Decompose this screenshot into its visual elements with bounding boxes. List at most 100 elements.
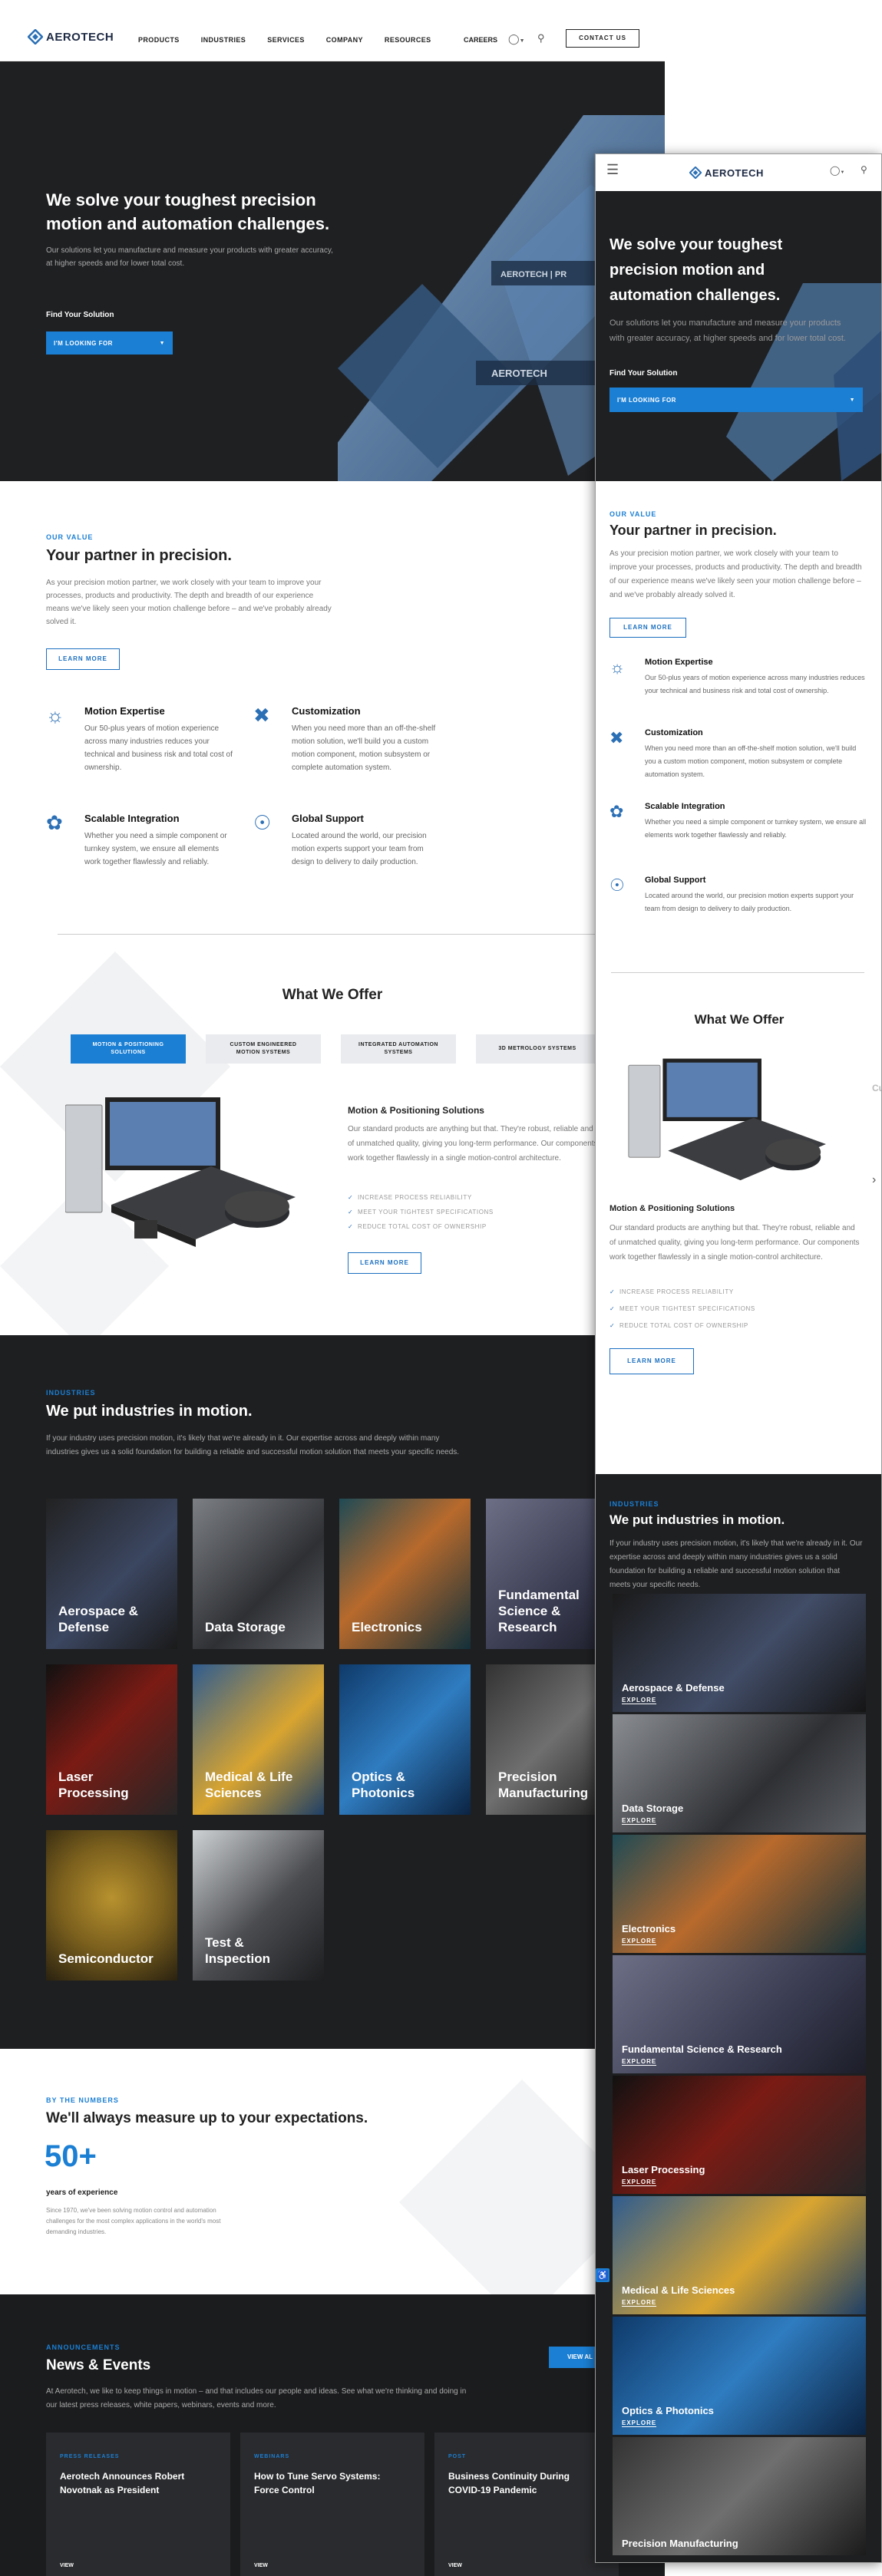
offer-section: What We Offer MOTION & POSITIONING SOLUT… [0,944,665,1335]
value-learn-more-button[interactable]: LEARN MORE [46,648,120,670]
tile-label: Electronics [622,1923,676,1934]
value-learn-more-button[interactable]: LEARN MORE [609,618,686,638]
offer-title: What We Offer [282,987,383,1003]
nav-services[interactable]: SERVICES [267,36,305,44]
news-card[interactable]: PRESS RELEASES Aerotech Announces Robert… [46,2433,230,2576]
check-item: ✓ REDUCE TOTAL COST OF OWNERSHIP [348,1223,487,1230]
news-eyebrow: ANNOUNCEMENTS [46,2343,121,2351]
mtile-fundamental-science[interactable]: Fundamental Science & Research EXPLORE [613,1955,866,2073]
industries-title: We put industries in motion. [46,1403,253,1420]
value-eyebrow: OUR VALUE [609,510,657,518]
check-item: ✓ INCREASE PROCESS RELIABILITY [609,1288,734,1295]
offer-learn-more-button[interactable]: LEARN MORE [348,1252,421,1274]
search-icon[interactable]: ⚲ [537,32,545,45]
carousel-next-icon[interactable]: › [872,1173,876,1187]
tile-data-storage[interactable]: Data Storage [193,1499,324,1649]
explore-link[interactable]: EXPLORE [622,2058,657,2066]
mtile-electronics[interactable]: Electronics EXPLORE [613,1835,866,1953]
tile-electronics[interactable]: Electronics [339,1499,471,1649]
check-icon: ✓ [348,1223,354,1230]
news-card-link[interactable]: VIEW [254,2563,268,2568]
mtile-precision-manufacturing[interactable]: Precision Manufacturing [613,2437,866,2555]
logo-text: AEROTECH [46,30,114,44]
tile-laser-processing[interactable]: Laser Processing [46,1664,177,1815]
news-card-link[interactable]: VIEW [60,2563,74,2568]
news-card-link[interactable]: VIEW [448,2563,462,2568]
tile-label: Optics & Photonics [622,2405,714,2416]
explore-link[interactable]: EXPLORE [622,2419,657,2427]
industries-title: We put industries in motion. [609,1512,785,1527]
logo[interactable]: AEROTECH [28,29,114,45]
mtile-data-storage[interactable]: Data Storage EXPLORE [613,1714,866,1832]
value-text: As your precision motion partner, we wor… [46,579,332,626]
feature-title: Customization [645,728,703,737]
globe-icon[interactable]: ◯▼ [508,33,525,45]
feature-text: Whether you need a simple component or t… [84,832,227,866]
explore-link[interactable]: EXPLORE [622,2299,657,2307]
mtile-aerospace[interactable]: Aerospace & Defense EXPLORE [613,1594,866,1712]
hamburger-icon[interactable]: ☰ [606,162,619,178]
check-icon: ✓ [348,1194,354,1201]
mobile-looking-for-select[interactable]: I'M LOOKING FOR ▼ [609,388,863,412]
accessibility-icon[interactable]: ♿ [596,2268,609,2282]
tile-label: Electronics [352,1620,422,1634]
chevron-down-icon: ▼ [159,340,165,346]
nav-industries[interactable]: INDUSTRIES [201,36,246,44]
nav-company[interactable]: COMPANY [326,36,363,44]
logo-text: AEROTECH [705,167,764,179]
mobile-hero-text: Our solutions let you manufacture and me… [609,318,846,343]
search-icon[interactable]: ⚲ [861,164,867,175]
aerotech-logo-icon [689,167,702,179]
check-item: ✓ MEET YOUR TIGHTEST SPECIFICATIONS [609,1305,755,1312]
numbers-eyebrow: BY THE NUMBERS [46,2096,119,2104]
tile-label: Semiconductor [58,1951,154,1966]
tile-label: Laser Processing [622,2164,705,2175]
tile-test-inspection[interactable]: Test & Inspection [193,1830,324,1981]
tile-label: Test & Inspection [205,1935,271,1966]
tile-semiconductor[interactable]: Semiconductor [46,1830,177,1981]
svg-text:AEROTECH: AEROTECH [491,368,547,379]
contact-us-button[interactable]: CONTACT US [566,29,639,48]
value-eyebrow: OUR VALUE [46,533,94,541]
divider [58,934,610,935]
news-card-tag: POST [448,2454,467,2459]
nav-products[interactable]: PRODUCTS [138,36,180,44]
explore-link[interactable]: EXPLORE [622,2179,657,2186]
tile-optics[interactable]: Optics & Photonics [339,1664,471,1815]
mobile-hero-graphic [726,283,881,481]
mobile-logo[interactable]: AEROTECH [689,167,764,179]
mobile-industries: INDUSTRIES We put industries in motion. … [596,1474,881,2562]
mtile-optics[interactable]: Optics & Photonics EXPLORE [613,2317,866,2435]
tile-label: Fundamental Science & Research [498,1588,580,1634]
value-title: Your partner in precision. [46,547,232,564]
lightbulb-icon: ☼ [609,658,626,677]
mtile-laser-processing[interactable]: Laser Processing EXPLORE [613,2076,866,2194]
tab-integrated-automation[interactable]: INTEGRATED AUTOMATION SYSTEMS [341,1034,456,1064]
tools-icon: ✖ [253,704,270,727]
mtile-medical[interactable]: Medical & Life Sciences EXPLORE [613,2196,866,2314]
explore-link[interactable]: EXPLORE [622,1938,657,1945]
tile-aerospace[interactable]: Aerospace & Defense [46,1499,177,1649]
numbers-text: Since 1970, we've been solving motion co… [46,2207,221,2235]
industries-text: If your industry uses precision motion, … [609,1539,863,1589]
check-text: INCREASE PROCESS RELIABILITY [357,1194,472,1201]
nav-careers[interactable]: CAREERS [464,36,497,44]
partial-heading: Cu [872,1083,881,1093]
tile-label: Medical & Life Sciences [622,2284,735,2296]
offer-learn-more-button[interactable]: LEARN MORE [609,1348,694,1374]
explore-link[interactable]: EXPLORE [622,1697,657,1704]
tile-medical[interactable]: Medical & Life Sciences [193,1664,324,1815]
explore-link[interactable]: EXPLORE [622,1817,657,1825]
looking-for-select[interactable]: I'M LOOKING FOR ▼ [46,331,173,355]
news-card[interactable]: WEBINARS How to Tune Servo Systems: Forc… [240,2433,424,2576]
news-card[interactable]: POST Business Continuity During COVID-19… [434,2433,619,2576]
product-text: Our standard products are anything but t… [348,1125,598,1163]
tab-3d-metrology[interactable]: 3D METROLOGY SYSTEMS [476,1034,599,1064]
check-text: REDUCE TOTAL COST OF OWNERSHIP [619,1322,748,1329]
nav-resources[interactable]: RESOURCES [385,36,431,44]
check-icon: ✓ [609,1305,616,1312]
hero-section: AEROTECH | PR AEROTECH We solve your tou… [0,61,665,481]
tab-motion-positioning[interactable]: MOTION & POSITIONING SOLUTIONS [71,1034,186,1064]
globe-icon[interactable]: ◯▼ [830,165,844,176]
tab-custom-engineered[interactable]: CUSTOM ENGINEERED MOTION SYSTEMS [206,1034,321,1064]
